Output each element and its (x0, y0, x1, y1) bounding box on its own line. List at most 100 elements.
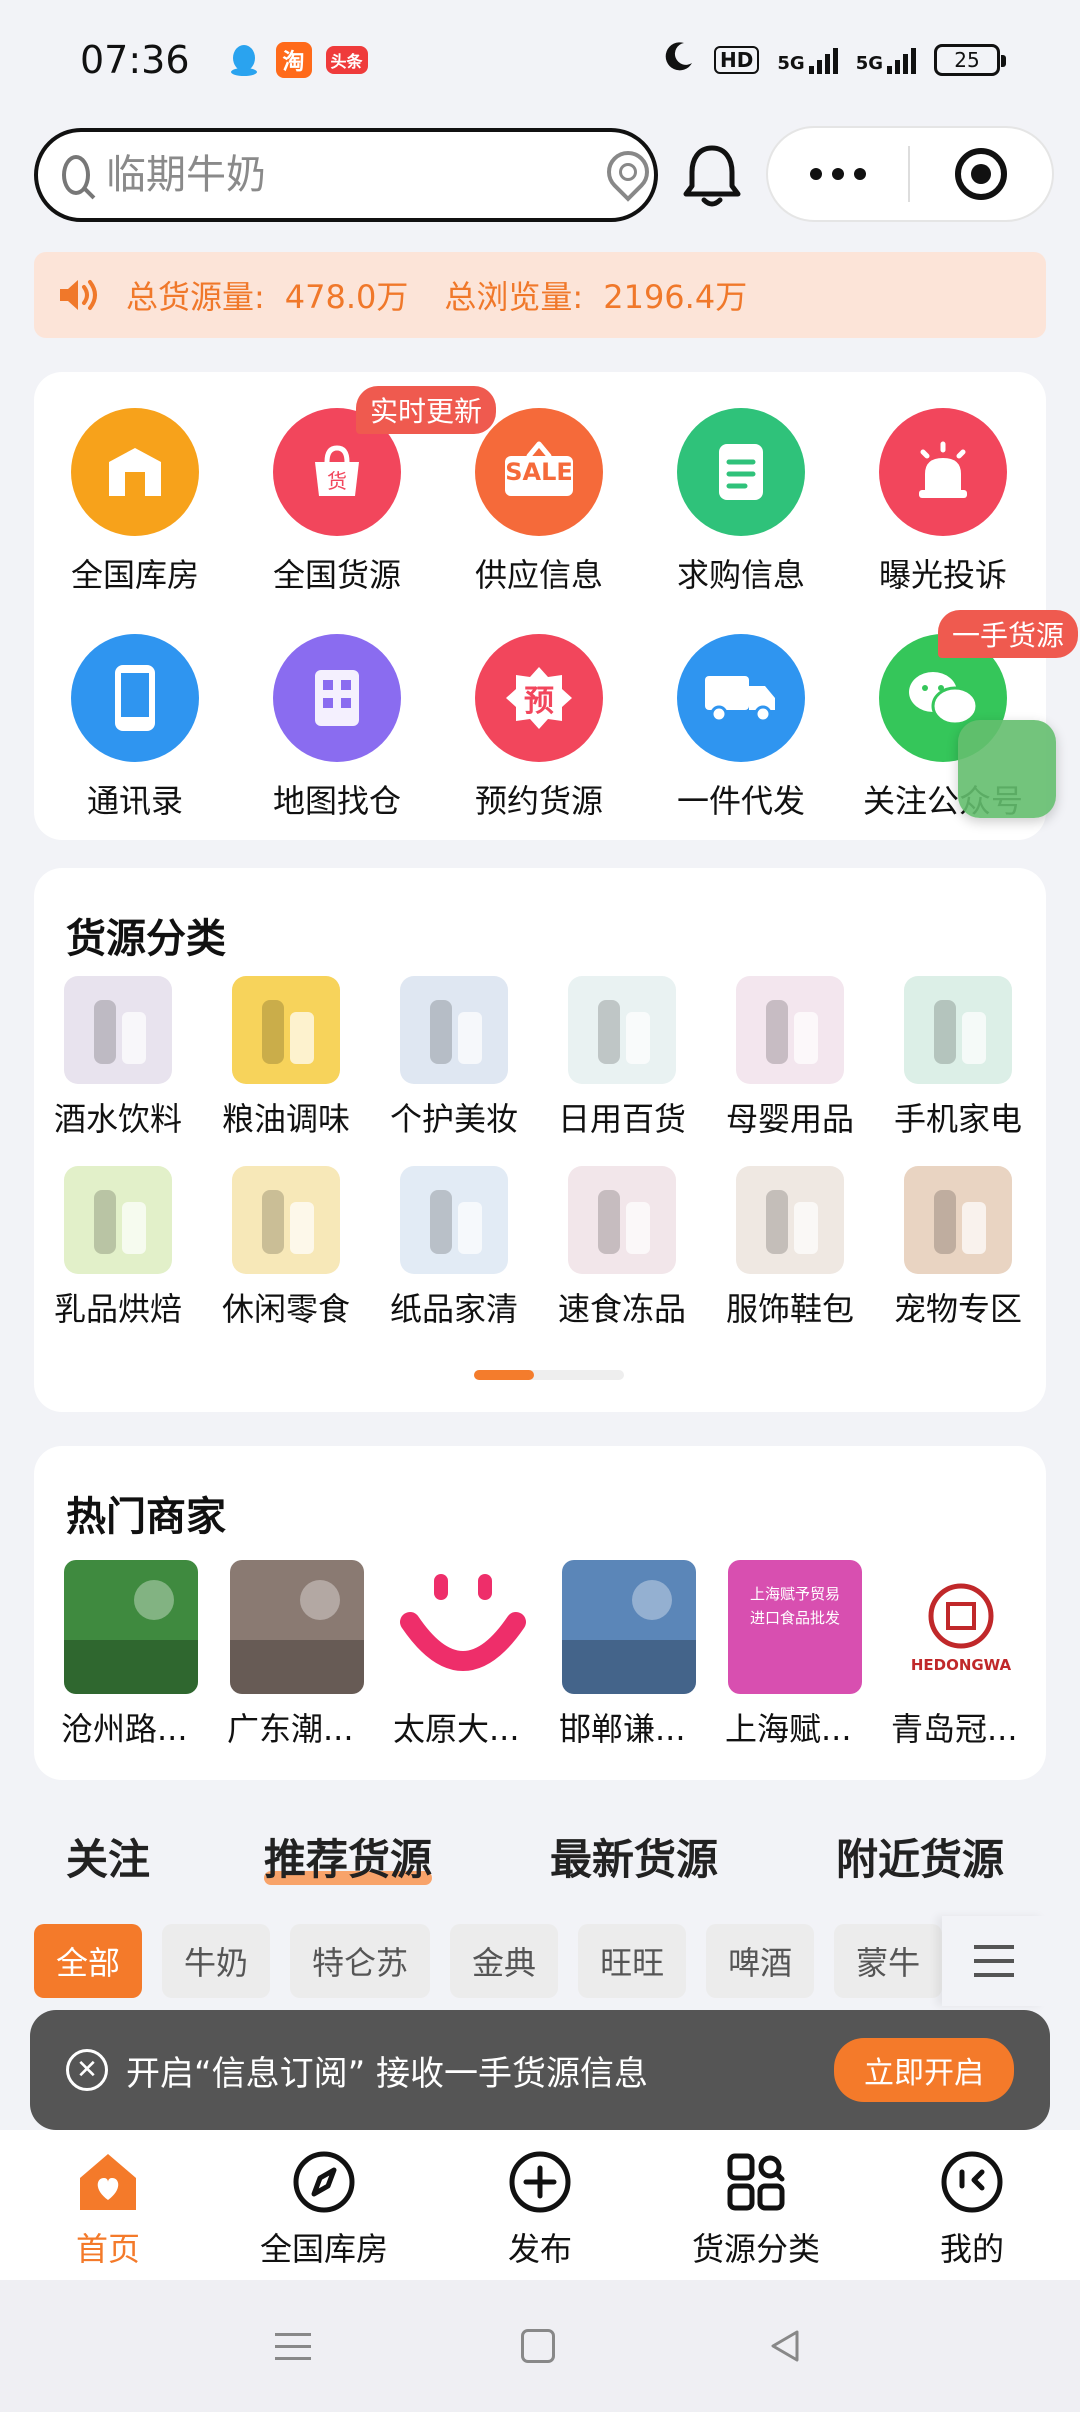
category-item[interactable]: 粮油调味 (202, 976, 370, 1140)
merchant-item[interactable]: HEDONGWA 青岛冠... (891, 1560, 1028, 1750)
battery-icon: 25 (934, 44, 1006, 76)
feed-tab[interactable]: 附近货源 (836, 1826, 1004, 1887)
grid-item[interactable]: 求购信息 (640, 408, 842, 596)
category-item[interactable]: 休闲零食 (202, 1166, 370, 1330)
feed-tab[interactable]: 关注 (66, 1826, 150, 1887)
category-label: 休闲零食 (221, 1290, 350, 1328)
signal-bars-icon (887, 46, 916, 74)
page-indicator (474, 1370, 624, 1380)
category-label: 日用百货 (557, 1100, 686, 1138)
grid-item[interactable]: 通讯录 (34, 634, 236, 822)
category-item[interactable]: 酒水饮料 (34, 976, 202, 1140)
category-item[interactable]: 纸品家清 (370, 1166, 538, 1330)
subscribe-toast: ✕ 开启“信息订阅” 接收一手货源信息 立即开启 (30, 2010, 1050, 2130)
category-item[interactable]: 手机家电 (874, 976, 1042, 1140)
search-input[interactable] (106, 152, 605, 198)
nav-label: 全国库房 (259, 2230, 388, 2268)
pet-food-icon (904, 1166, 1012, 1274)
tissue-icon (400, 1166, 508, 1274)
smile-logo-icon (396, 1560, 530, 1694)
store-seal-6: HEDONGWA (894, 1560, 1028, 1694)
notification-bell-icon[interactable] (680, 142, 744, 212)
supply-label: 总货源量: (126, 278, 265, 316)
filter-chip[interactable]: 金典 (450, 1924, 559, 1998)
feed-tab[interactable]: 推荐货源 (264, 1826, 433, 1887)
filter-chip[interactable]: 全部 (34, 1924, 143, 1998)
grid-item[interactable]: 货全国货源 实时更新 (236, 386, 497, 596)
category-item[interactable]: 速食冻品 (538, 1166, 706, 1330)
grid-item-tag: 一手货源 (938, 610, 1079, 658)
category-item[interactable]: 母婴用品 (706, 976, 874, 1140)
nav-item[interactable]: 我的 (872, 2148, 1072, 2270)
enable-subscription-button[interactable]: 立即开启 (834, 2038, 1014, 2102)
search-bar[interactable] (34, 128, 658, 222)
merchant-item[interactable]: 太原大... (393, 1560, 530, 1750)
category-item[interactable]: 个护美妆 (370, 976, 538, 1140)
grid-item[interactable]: 地图找仓 (236, 634, 438, 822)
recent-apps-icon[interactable] (275, 2332, 311, 2360)
search-icon (62, 155, 90, 195)
category-title: 货源分类 (66, 916, 226, 962)
nav-label: 首页 (75, 2230, 140, 2268)
chip-menu-icon[interactable] (942, 1916, 1046, 2006)
home-button-icon[interactable] (521, 2329, 555, 2363)
category-label: 母婴用品 (725, 1100, 854, 1138)
nav-label: 货源分类 (691, 2230, 820, 2268)
supply-value: 478.0万 (284, 278, 409, 316)
floating-chat-button[interactable] (958, 720, 1056, 818)
speaker-icon (60, 280, 97, 310)
category-item[interactable]: 宠物专区 (874, 1166, 1042, 1330)
filter-chip[interactable]: 旺旺 (578, 1924, 687, 1998)
nav-item[interactable]: 发布 (440, 2148, 640, 2270)
store-photo-1 (64, 1560, 198, 1694)
close-miniapp-icon[interactable] (910, 148, 1052, 200)
grid-item-label: 地图找仓 (272, 782, 401, 820)
store-poster-5: 上海赋予贸易 进口食品批发 (728, 1560, 862, 1694)
back-button-icon[interactable] (765, 2326, 805, 2366)
miniapp-capsule (766, 126, 1054, 222)
category-label: 粮油调味 (221, 1100, 350, 1138)
grid-item[interactable]: 曝光投诉 (842, 408, 1044, 596)
category-item[interactable]: 服饰鞋包 (706, 1166, 874, 1330)
building-icon (273, 634, 401, 762)
category-label: 酒水饮料 (53, 1100, 182, 1138)
grid-item[interactable]: 一件代发 (640, 634, 842, 822)
filter-chip[interactable]: 特仑苏 (290, 1924, 431, 1998)
svg-text:货: 货 (327, 469, 347, 493)
feature-grid: 全国库房货全国货源 实时更新 SALE 供应信息 求购信息 曝光投诉通讯录 地图找仓预预约货… (34, 386, 1079, 822)
profile-icon (938, 2148, 1006, 2216)
phone-appliance-icon (904, 976, 1012, 1084)
views-label: 总浏览量: (444, 278, 584, 316)
nav-item[interactable]: 货源分类 (656, 2148, 856, 2270)
category-label: 个护美妆 (389, 1100, 518, 1138)
nav-item[interactable]: 全国库房 (224, 2148, 424, 2270)
grid-item[interactable]: 全国库房 (34, 408, 236, 596)
merchant-label: 青岛冠... (891, 1710, 1018, 1748)
close-toast-icon[interactable]: ✕ (66, 2049, 108, 2091)
grid-item[interactable]: SALE 供应信息 (438, 408, 640, 596)
location-icon[interactable] (605, 151, 637, 199)
category-label: 宠物专区 (893, 1290, 1022, 1328)
top-bar (0, 120, 1080, 230)
merchant-item[interactable]: 上海赋予贸易 进口食品批发 上海赋... (725, 1560, 862, 1750)
filter-chip[interactable]: 蒙牛 (834, 1924, 943, 1998)
grid-item-label: 预约货源 (474, 782, 603, 820)
clothing-icon (736, 1166, 844, 1274)
merchant-label: 沧州路... (61, 1710, 188, 1748)
category-card: 货源分类 酒水饮料 粮油调味 个护美妆 日用百货 母婴用品 手机家电乳品烘焙 休闲零食 纸品家… (34, 868, 1046, 1412)
category-item[interactable]: 日用百货 (538, 976, 706, 1140)
bottom-nav: 首页 全国库房 发布 货源分类 我的 (0, 2130, 1080, 2280)
merchant-item[interactable]: 广东潮... (227, 1560, 364, 1750)
feed-tab[interactable]: 最新货源 (550, 1826, 718, 1887)
grid-item[interactable]: 预预约货源 (438, 634, 640, 822)
filter-chip[interactable]: 牛奶 (162, 1924, 271, 1998)
category-item[interactable]: 乳品烘焙 (34, 1166, 202, 1330)
nav-item[interactable]: 首页 (8, 2148, 208, 2270)
merchant-item[interactable]: 邯郸谦... (559, 1560, 696, 1750)
category-grid-icon (722, 2148, 790, 2216)
merchant-item[interactable]: 沧州路... (61, 1560, 198, 1750)
filter-chip[interactable]: 啤酒 (706, 1924, 815, 1998)
signal-5g-1: 5G (777, 46, 838, 74)
more-menu-icon[interactable] (768, 168, 908, 180)
hd-badge: HD (714, 46, 760, 74)
